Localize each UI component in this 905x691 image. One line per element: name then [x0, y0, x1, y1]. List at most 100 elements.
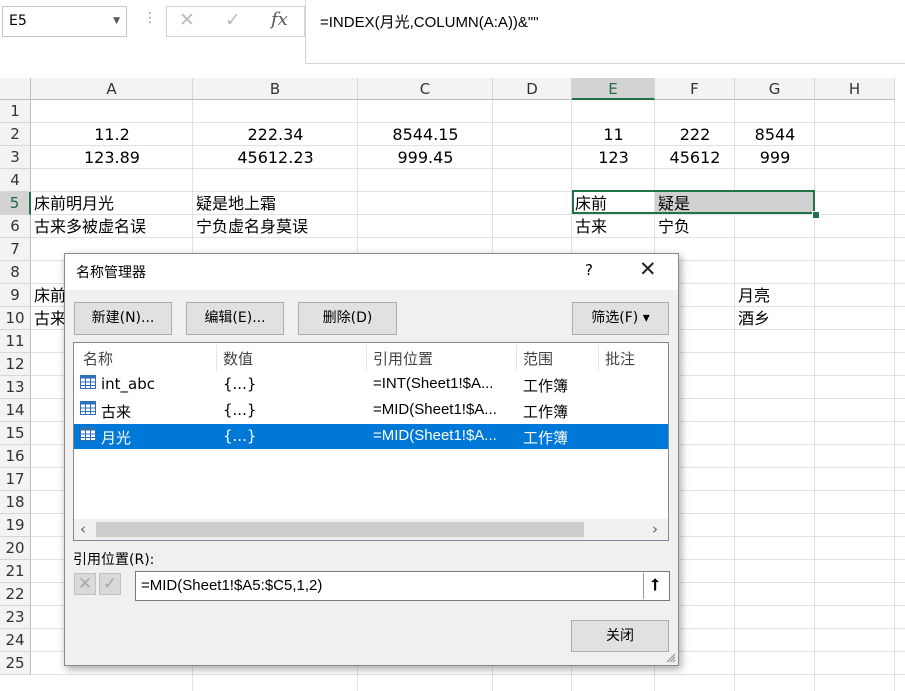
confirm-ref-icon[interactable]: ✓ [99, 573, 121, 595]
select-all-corner[interactable] [0, 78, 31, 100]
cancel-icon[interactable]: ✕ [179, 9, 195, 31]
resize-grip-icon[interactable] [666, 653, 676, 663]
name-box[interactable]: E5 ▼ [2, 6, 127, 37]
row-header-7[interactable]: 7 [0, 238, 31, 261]
close-icon[interactable]: ✕ [639, 257, 657, 281]
header-value[interactable]: 数值 [223, 348, 253, 369]
scroll-right-icon[interactable]: › [652, 520, 658, 538]
column-header-f[interactable]: F [655, 78, 735, 100]
cell-c2[interactable]: 8544.15 [358, 123, 493, 146]
cell-a6[interactable]: 古来多被虚名误 [31, 215, 193, 238]
chevron-down-icon: ▾ [642, 310, 650, 326]
scope-cell: 工作簿 [523, 377, 569, 395]
header-divider [598, 345, 599, 371]
cell-g9[interactable]: 月亮 [735, 284, 815, 307]
horizontal-scrollbar[interactable]: ‹ › [74, 519, 668, 540]
scroll-thumb[interactable] [96, 522, 584, 537]
name-row[interactable]: 月光 {...} =MID(Sheet1!$A... 工作簿 [74, 424, 668, 449]
header-comment[interactable]: 批注 [605, 348, 635, 369]
cell-a2[interactable]: 11.2 [31, 123, 193, 146]
name-row[interactable]: int_abc {...} =INT(Sheet1!$A... 工作簿 [74, 372, 668, 397]
chevron-down-icon[interactable]: ▼ [113, 7, 120, 36]
row-header-8[interactable]: 8 [0, 261, 31, 284]
cell-c3[interactable]: 999.45 [358, 146, 493, 169]
filter-label: 筛选(F) [591, 310, 639, 326]
row-header-23[interactable]: 23 [0, 606, 31, 629]
grid-col-line [814, 100, 815, 691]
row-header-5[interactable]: 5 [0, 192, 31, 215]
row-header-12[interactable]: 12 [0, 353, 31, 376]
enter-icon[interactable]: ✓ [225, 9, 241, 31]
row-header-24[interactable]: 24 [0, 629, 31, 652]
dialog-title-bar: 名称管理器 ? ✕ [65, 254, 678, 290]
cancel-ref-icon[interactable]: ✕ [74, 573, 96, 595]
scroll-left-icon[interactable]: ‹ [80, 520, 86, 538]
row-header-4[interactable]: 4 [0, 169, 31, 192]
table-icon [80, 375, 96, 389]
column-header-a[interactable]: A [31, 78, 193, 100]
name-row[interactable]: 古来 {...} =MID(Sheet1!$A... 工作簿 [74, 398, 668, 423]
row-header-19[interactable]: 19 [0, 514, 31, 537]
insert-function-icon[interactable]: fx [271, 9, 288, 30]
row-header-10[interactable]: 10 [0, 307, 31, 330]
cell-f6[interactable]: 宁负 [655, 215, 735, 238]
column-header-g[interactable]: G [735, 78, 815, 100]
cell-g3[interactable]: 999 [735, 146, 815, 169]
row-header-25[interactable]: 25 [0, 652, 31, 675]
column-header-d[interactable]: D [493, 78, 572, 100]
refers-to-cell: =MID(Sheet1!$A... [373, 401, 497, 418]
row-header-14[interactable]: 14 [0, 399, 31, 422]
names-list[interactable]: 名称 数值 引用位置 范围 批注 int_abc {...} =INT(Sheet1… [73, 342, 669, 541]
row-header-21[interactable]: 21 [0, 560, 31, 583]
refers-to-value: =MID(Sheet1!$A5:$C5,1,2) [141, 577, 323, 594]
row-header-9[interactable]: 9 [0, 284, 31, 307]
row-header-6[interactable]: 6 [0, 215, 31, 238]
cell-b2[interactable]: 222.34 [193, 123, 358, 146]
column-header-c[interactable]: C [358, 78, 493, 100]
cell-e6[interactable]: 古来 [572, 215, 655, 238]
row-header-15[interactable]: 15 [0, 422, 31, 445]
row-header-20[interactable]: 20 [0, 537, 31, 560]
cell-b5[interactable]: 疑是地上霜 [193, 192, 358, 215]
row-header-1[interactable]: 1 [0, 100, 31, 123]
edit-button[interactable]: 编辑(E)... [186, 302, 284, 335]
refers-to-cell: =MID(Sheet1!$A... [373, 427, 497, 444]
row-header-2[interactable]: 2 [0, 123, 31, 146]
cell-b3[interactable]: 45612.23 [193, 146, 358, 169]
new-button[interactable]: 新建(N)... [74, 302, 172, 335]
row-header-17[interactable]: 17 [0, 468, 31, 491]
row-header-16[interactable]: 16 [0, 445, 31, 468]
header-name[interactable]: 名称 [83, 348, 113, 369]
filter-button[interactable]: 筛选(F) ▾ [572, 302, 669, 335]
delete-button[interactable]: 删除(D) [298, 302, 397, 335]
cell-f3[interactable]: 45612 [655, 146, 735, 169]
cell-e2[interactable]: 11 [572, 123, 655, 146]
formula-input[interactable]: =INDEX(月光,COLUMN(A:A))&"" [305, 0, 905, 64]
header-scope[interactable]: 范围 [523, 348, 553, 369]
row-header-11[interactable]: 11 [0, 330, 31, 353]
cell-g10[interactable]: 酒乡 [735, 307, 815, 330]
column-header-h[interactable]: H [815, 78, 895, 100]
help-button[interactable]: ? [585, 261, 593, 279]
column-header-b[interactable]: B [193, 78, 358, 100]
header-refers-to[interactable]: 引用位置 [373, 348, 433, 369]
close-button[interactable]: 关闭 [571, 620, 669, 652]
row-header-22[interactable]: 22 [0, 583, 31, 606]
name-cell: 月光 [101, 429, 132, 447]
name-cell: int_abc [101, 375, 156, 393]
cell-e3[interactable]: 123 [572, 146, 655, 169]
cell-f2[interactable]: 222 [655, 123, 735, 146]
more-dots-icon[interactable]: ⋮ [143, 10, 157, 26]
row-header-3[interactable]: 3 [0, 146, 31, 169]
cell-g2[interactable]: 8544 [735, 123, 815, 146]
table-icon [80, 427, 96, 441]
row-header-18[interactable]: 18 [0, 491, 31, 514]
fill-handle[interactable] [812, 211, 820, 219]
column-header-e[interactable]: E [572, 78, 655, 100]
cell-a5[interactable]: 床前明月光 [31, 192, 193, 215]
cell-a3[interactable]: 123.89 [31, 146, 193, 169]
cell-b6[interactable]: 宁负虚名身莫误 [193, 215, 358, 238]
refers-to-input[interactable]: =MID(Sheet1!$A5:$C5,1,2) ⭡ [135, 571, 670, 601]
collapse-dialog-icon[interactable]: ⭡ [643, 573, 666, 599]
row-header-13[interactable]: 13 [0, 376, 31, 399]
